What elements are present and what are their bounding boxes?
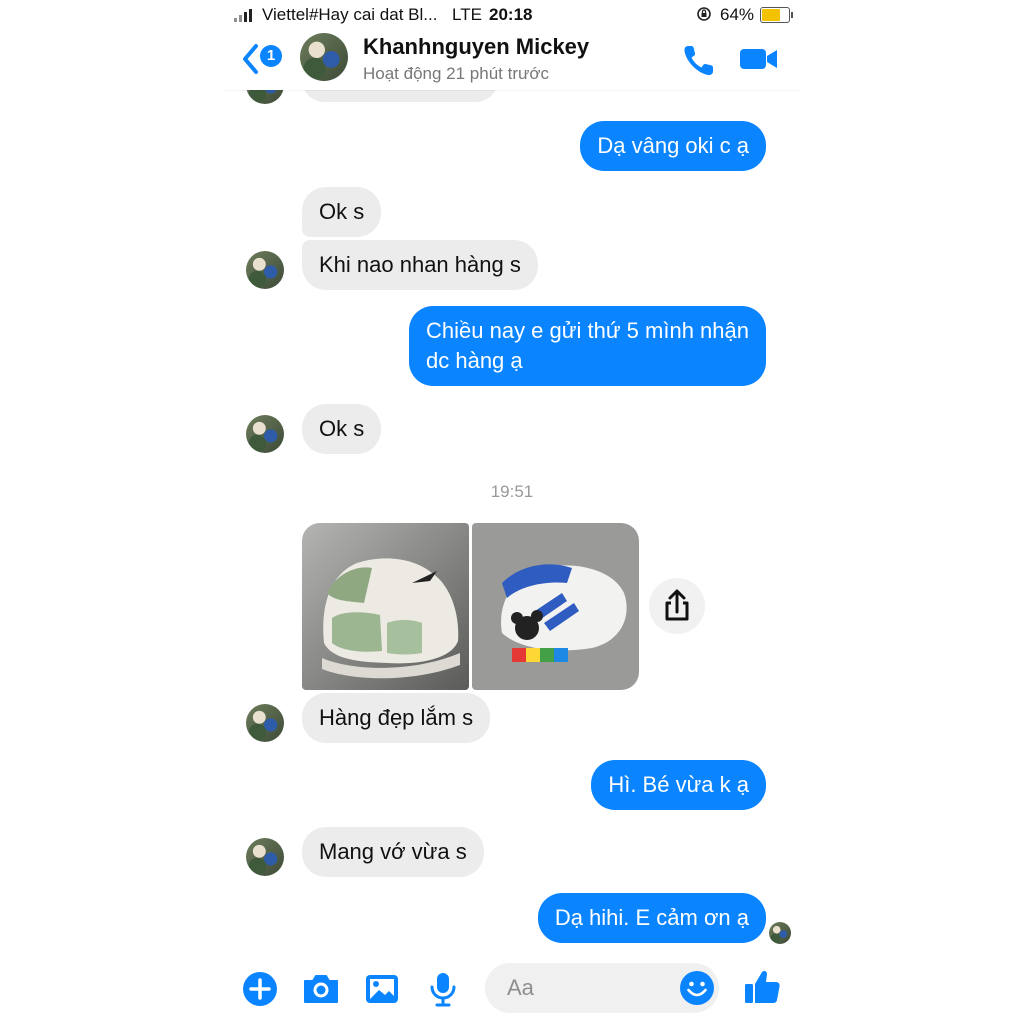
read-receipt-avatar — [769, 922, 791, 944]
status-time: 20:18 — [489, 5, 533, 24]
message-line: dc hàng ạ — [426, 348, 523, 373]
network-type: LTE — [452, 5, 482, 24]
conversation-header: 1 Khanhnguyen Mickey Hoạt động 21 phút t… — [224, 28, 800, 90]
photo-green-sneaker[interactable] — [302, 523, 469, 690]
message-bubble-incoming[interactable]: Khi nao nhan hàng s — [302, 240, 538, 290]
sender-avatar[interactable] — [246, 704, 284, 742]
message-bubble-outgoing[interactable]: Chiều nay e gửi thứ 5 mình nhận dc hàng … — [409, 306, 766, 386]
message-bubble-outgoing[interactable]: Dạ hihi. E cảm ơn ạ — [537, 893, 766, 943]
message-bubble-incoming[interactable]: Mang vớ vừa s — [302, 827, 484, 877]
unread-badge[interactable]: 1 — [260, 45, 282, 67]
signal-icon — [234, 9, 252, 22]
sender-avatar[interactable] — [246, 415, 284, 453]
sender-avatar[interactable] — [246, 838, 284, 876]
emoji-icon[interactable] — [679, 970, 715, 1006]
sender-avatar[interactable] — [246, 251, 284, 289]
message-bubble-incoming[interactable]: Hàng đẹp lắm s — [302, 693, 491, 743]
messenger-screen: Viettel#Hay cai dat Bl... LTE 20:18 64% … — [224, 0, 800, 1024]
plus-icon[interactable] — [240, 969, 280, 1009]
activity-status: Hoạt động 21 phút trước — [363, 64, 550, 83]
message-bubble-incoming[interactable]: Ok s — [302, 404, 382, 454]
camera-icon[interactable] — [301, 969, 341, 1009]
message-bubble-outgoing[interactable]: Hì. Bé vừa k ạ — [591, 760, 766, 810]
contact-name[interactable]: Khanhnguyen Mickey — [363, 34, 589, 60]
video-camera-icon[interactable] — [739, 44, 779, 74]
phone-icon[interactable] — [681, 42, 717, 78]
message-timestamp: 19:51 — [490, 482, 534, 501]
message-bubble-incoming[interactable]: Ok s — [302, 187, 382, 237]
contact-avatar[interactable] — [300, 33, 348, 81]
microphone-icon[interactable] — [423, 969, 463, 1009]
share-icon — [665, 589, 689, 621]
image-icon[interactable] — [362, 969, 402, 1009]
share-button[interactable] — [649, 578, 705, 634]
photo-mickey-sneaker[interactable] — [472, 523, 639, 690]
battery-level — [762, 9, 780, 21]
message-composer: Aa — [224, 955, 800, 1024]
battery-percent: 64% — [720, 5, 755, 24]
carrier-name: Viettel#Hay cai dat Bl... — [262, 5, 438, 24]
message-line: Chiều nay e gửi thứ 5 mình nhận — [426, 318, 749, 343]
battery-icon — [760, 7, 793, 23]
message-bubble-outgoing[interactable]: Dạ vâng oki c ạ — [580, 121, 766, 171]
thumbs-up-icon[interactable] — [742, 967, 782, 1007]
rotation-lock-icon — [697, 7, 711, 21]
status-bar: Viettel#Hay cai dat Bl... LTE 20:18 64% — [224, 0, 800, 30]
